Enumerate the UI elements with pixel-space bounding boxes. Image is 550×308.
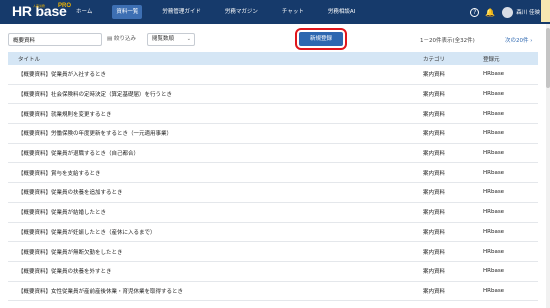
search-input[interactable] <box>8 33 102 46</box>
table-row[interactable]: 【概要資料】従業員が妊娠したとき（産休に入るまで） 案内資料 HRbase <box>8 223 538 243</box>
chevron-right-icon: › <box>530 38 533 44</box>
table-row[interactable]: 【概要資料】労働保険の年度更新をするとき（一元適用事業） 案内資料 HRbase <box>8 124 538 144</box>
table-row[interactable]: 【概要資料】従業員が入社するとき 案内資料 HRbase <box>8 65 538 85</box>
row-registrant: HRbase <box>483 189 505 196</box>
row-registrant: HRbase <box>483 287 505 294</box>
row-category: 案内資料 <box>423 288 446 295</box>
main-nav: ホーム 資料一覧 労務管理ガイド 労務マガジン チャット 労務相談AI <box>72 0 375 24</box>
nav-item-documents[interactable]: 資料一覧 <box>112 5 143 19</box>
table-row[interactable]: 【概要資料】従業員が結婚したとき 案内資料 HRbase <box>8 203 538 223</box>
sort-select[interactable]: 閲覧数順 ⌄ <box>147 33 195 46</box>
avatar[interactable] <box>502 6 514 18</box>
row-category: 案内資料 <box>423 92 446 99</box>
row-category: 案内資料 <box>423 229 446 236</box>
row-title[interactable]: 【概要資料】従業員が妊娠したとき（産休に入るまで） <box>8 228 403 236</box>
nav-item-home[interactable]: ホーム <box>72 5 96 19</box>
row-title[interactable]: 【概要資料】労働保険の年度更新をするとき（一元適用事業） <box>8 129 403 137</box>
row-registrant: HRbase <box>483 91 505 98</box>
row-title[interactable]: 【概要資料】従業員が無断欠勤をしたとき <box>8 248 403 256</box>
row-title[interactable]: 【概要資料】従業員の扶養を追加するとき <box>8 188 403 196</box>
table-row[interactable]: 【概要資料】従業員が無断欠勤をしたとき 案内資料 HRbase <box>8 242 538 262</box>
filter-button[interactable]: ▤ 絞り込み <box>107 34 136 42</box>
table-row[interactable]: 【概要資料】従業員の扶養を追加するとき 案内資料 HRbase <box>8 183 538 203</box>
table-row[interactable]: 【概要資料】従業員が退職するとき（自己都合） 案内資料 HRbase <box>8 144 538 164</box>
table-row[interactable]: 【概要資料】社会保険料の定時決定（算定基礎届）を行うとき 案内資料 HRbase <box>8 85 538 105</box>
next-page-label: 次の20件 <box>505 38 529 44</box>
row-registrant: HRbase <box>483 150 505 157</box>
nav-item-labor-guide[interactable]: 労務管理ガイド <box>158 5 205 19</box>
filter-label: 絞り込み <box>113 36 136 42</box>
row-title[interactable]: 【概要資料】賞与を支給するとき <box>8 169 403 177</box>
row-registrant: HRbase <box>483 169 505 176</box>
row-registrant: HRbase <box>483 209 505 216</box>
sort-value: 閲覧数順 <box>152 36 175 42</box>
row-title[interactable]: 【概要資料】女性従業員が産前産後休業・育児休業を取得するとき <box>8 287 403 295</box>
result-count: 1－20件表示(全32件) <box>420 38 475 44</box>
table-row[interactable]: 【概要資料】女性従業員が産前産後休業・育児休業を取得するとき 案内資料 HRbase <box>8 282 538 302</box>
row-registrant: HRbase <box>483 228 505 235</box>
logo-pro-badge: PRO <box>58 3 72 9</box>
table-row[interactable]: 【概要資料】従業員の扶養を外すとき 案内資料 HRbase <box>8 262 538 282</box>
chevron-down-icon: ⌄ <box>186 36 191 42</box>
row-category: 案内資料 <box>423 170 446 177</box>
row-registrant: HRbase <box>483 248 505 255</box>
column-header-registrant[interactable]: 登録元 <box>463 55 538 63</box>
nav-item-chat[interactable]: チャット <box>278 5 308 19</box>
filter-row: ▤ 絞り込み 閲覧数順 ⌄ 新規登録 1－20件表示(全32件) 次の20件 › <box>8 28 538 50</box>
table-row[interactable]: 【概要資料】就業規則を変更するとき 案内資料 HRbase <box>8 104 538 125</box>
documents-table: タイトル カテゴリ 登録元 【概要資料】従業員が入社するとき 案内資料 HRbase… <box>8 52 538 302</box>
logo-subtitle: 人事労務 <box>33 4 46 8</box>
filter-icon: ▤ <box>107 36 113 42</box>
row-title[interactable]: 【概要資料】従業員が結婚したとき <box>8 208 403 216</box>
help-icon[interactable]: ? <box>470 7 480 17</box>
table-header: タイトル カテゴリ 登録元 <box>8 52 538 65</box>
row-category: 案内資料 <box>423 111 446 118</box>
row-category: 案内資料 <box>423 210 446 217</box>
scrollbar-thumb[interactable] <box>546 28 550 88</box>
column-header-category[interactable]: カテゴリ <box>403 55 463 63</box>
bell-icon[interactable]: 🔔 <box>485 8 495 17</box>
nav-item-labor-magazine[interactable]: 労務マガジン <box>221 5 262 19</box>
top-navigation-bar: HR base 人事労務 PRO ホーム 資料一覧 労務管理ガイド 労務マガジン… <box>0 0 550 24</box>
row-category: 案内資料 <box>423 151 446 158</box>
row-category: 案内資料 <box>423 269 446 276</box>
row-category: 案内資料 <box>423 249 446 256</box>
corner-badge <box>541 0 550 22</box>
nav-item-ai-consult[interactable]: 労務相談AI <box>324 5 359 19</box>
row-title[interactable]: 【概要資料】就業規則を変更するとき <box>8 110 403 118</box>
row-title[interactable]: 【概要資料】従業員が退職するとき（自己都合） <box>8 149 403 157</box>
row-category: 案内資料 <box>423 72 446 79</box>
column-header-title[interactable]: タイトル <box>8 55 403 63</box>
row-title[interactable]: 【概要資料】従業員の扶養を外すとき <box>8 267 403 275</box>
row-title[interactable]: 【概要資料】従業員が入社するとき <box>8 70 403 78</box>
next-page-link[interactable]: 次の20件 › <box>505 36 532 44</box>
row-registrant: HRbase <box>483 268 505 275</box>
row-category: 案内資料 <box>423 131 446 138</box>
new-registration-button[interactable]: 新規登録 <box>295 28 347 50</box>
row-title[interactable]: 【概要資料】社会保険料の定時決定（算定基礎届）を行うとき <box>8 90 403 98</box>
row-category: 案内資料 <box>423 190 446 197</box>
row-registrant: HRbase <box>483 110 505 117</box>
row-registrant: HRbase <box>483 130 505 137</box>
table-row[interactable]: 【概要資料】賞与を支給するとき 案内資料 HRbase <box>8 163 538 184</box>
user-name[interactable]: 森川 佳映 <box>516 8 540 16</box>
user-area: ? 🔔 森川 佳映 <box>470 0 540 24</box>
row-registrant: HRbase <box>483 71 505 78</box>
